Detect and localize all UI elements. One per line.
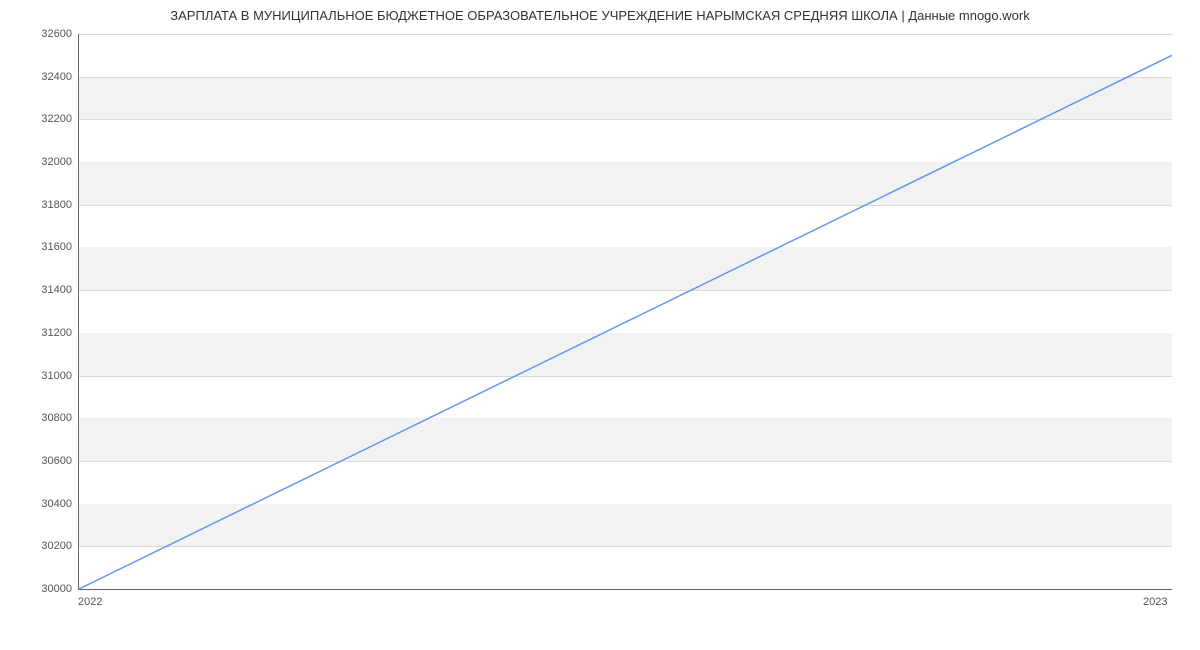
y-tick-label: 31200: [12, 327, 72, 339]
x-tick-label: 2022: [78, 596, 102, 608]
line-series: [79, 34, 1172, 589]
y-tick-label: 31600: [12, 241, 72, 253]
y-tick-label: 30200: [12, 540, 72, 552]
y-tick-label: 31400: [12, 284, 72, 296]
x-tick-label: 2023: [1143, 596, 1167, 608]
chart-title: ЗАРПЛАТА В МУНИЦИПАЛЬНОЕ БЮДЖЕТНОЕ ОБРАЗ…: [0, 8, 1200, 23]
y-tick-label: 30400: [12, 498, 72, 510]
y-tick-label: 30800: [12, 412, 72, 424]
y-tick-label: 32400: [12, 71, 72, 83]
plot-area: [78, 34, 1172, 590]
y-tick-label: 32200: [12, 113, 72, 125]
chart-container: ЗАРПЛАТА В МУНИЦИПАЛЬНОЕ БЮДЖЕТНОЕ ОБРАЗ…: [0, 0, 1200, 650]
y-tick-label: 32600: [12, 28, 72, 40]
y-tick-label: 31800: [12, 199, 72, 211]
y-tick-label: 30600: [12, 455, 72, 467]
y-tick-label: 32000: [12, 156, 72, 168]
y-tick-label: 31000: [12, 370, 72, 382]
y-tick-label: 30000: [12, 583, 72, 595]
